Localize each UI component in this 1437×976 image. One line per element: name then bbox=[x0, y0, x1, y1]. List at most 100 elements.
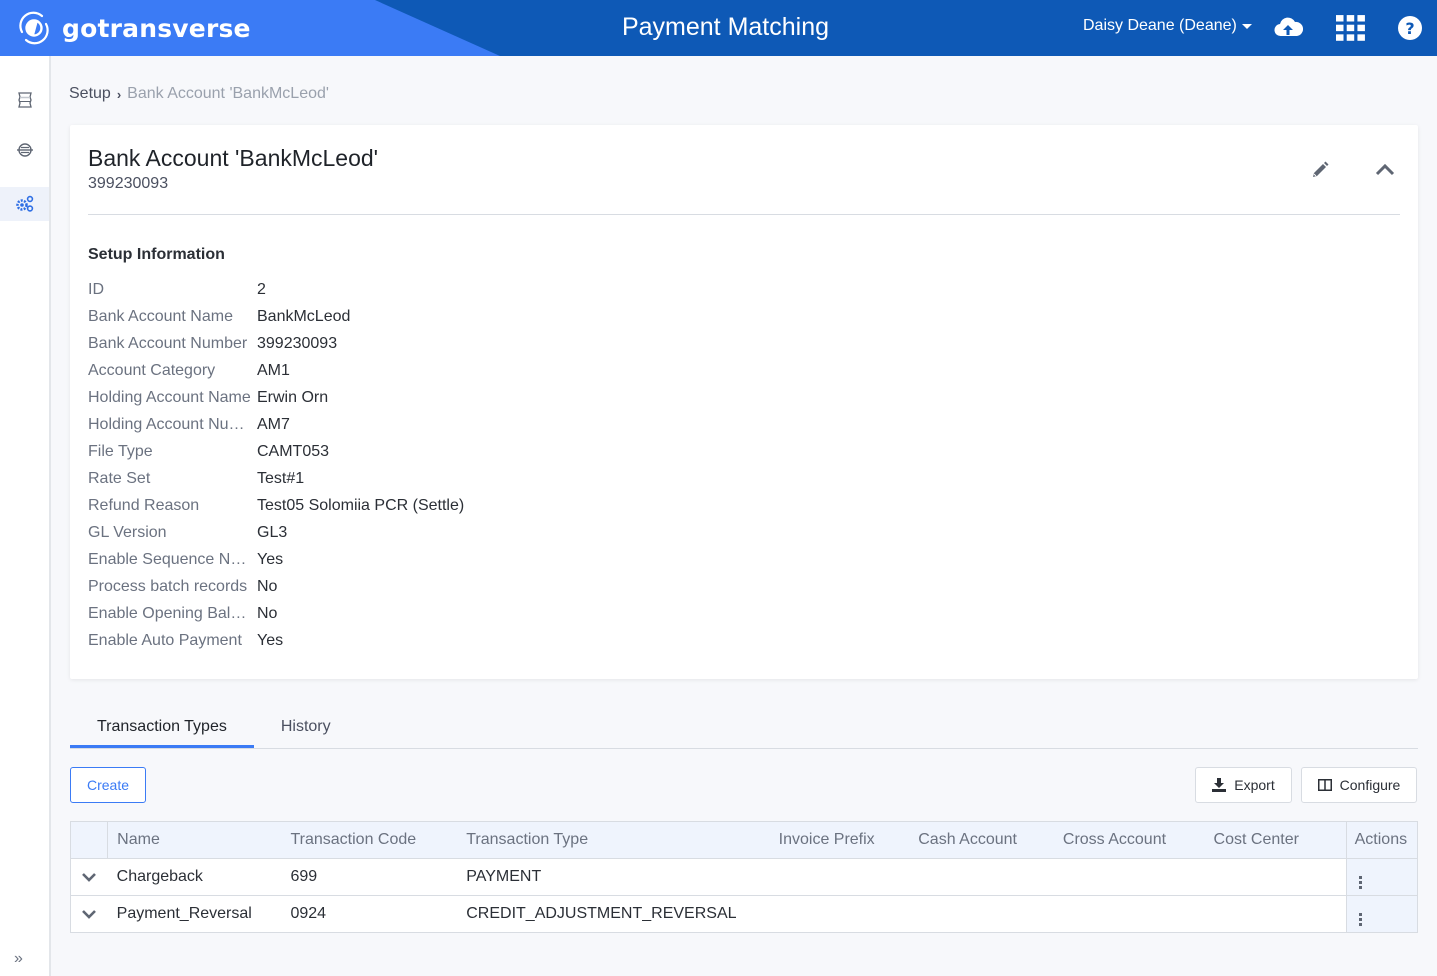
field-label: Enable Auto Payment bbox=[88, 631, 242, 649]
info-row-bank-account-name: Bank Account Name BankMcLeod bbox=[88, 303, 464, 330]
field-label: Process batch records bbox=[88, 577, 248, 595]
column-header-actions: Actions bbox=[1345, 821, 1418, 859]
expand-row-button[interactable] bbox=[70, 858, 108, 896]
cell-cost-center bbox=[1213, 858, 1347, 896]
create-button[interactable]: Create bbox=[70, 767, 146, 803]
help-icon[interactable]: ? bbox=[1395, 14, 1425, 42]
field-value: Yes bbox=[257, 550, 284, 568]
cell-name: Payment_Reversal bbox=[107, 895, 291, 933]
export-button[interactable]: Export bbox=[1195, 767, 1292, 803]
field-label: File Type bbox=[88, 442, 153, 460]
configure-button[interactable]: Configure bbox=[1301, 767, 1417, 803]
cell-cash-account bbox=[918, 858, 1063, 896]
field-value: 399230093 bbox=[257, 334, 338, 352]
user-name: Daisy Deane (Deane) bbox=[1083, 17, 1237, 34]
cell-transaction-type: CREDIT_ADJUSTMENT_REVERSAL bbox=[466, 895, 779, 933]
configure-label: Configure bbox=[1339, 777, 1401, 793]
breadcrumb-setup[interactable]: Setup bbox=[69, 85, 111, 103]
breadcrumb-current: Bank Account 'BankMcLeod' bbox=[127, 85, 329, 102]
field-label: Bank Account Number bbox=[88, 334, 248, 352]
kebab-menu-icon bbox=[1358, 875, 1362, 889]
chevron-up-icon[interactable] bbox=[1375, 162, 1395, 178]
info-row-bank-account-number: Bank Account Number 399230093 bbox=[88, 330, 464, 357]
chevron-down-icon bbox=[82, 872, 97, 882]
cell-cross-account bbox=[1062, 858, 1214, 896]
transaction-types-table: Name Transaction Code Transaction Type I… bbox=[70, 821, 1418, 933]
info-row-rate-set: Rate Set Test#1 bbox=[88, 465, 464, 492]
field-value: Test05 Solomiia PCR (Settle) bbox=[257, 496, 465, 514]
sidebar-item-setup[interactable] bbox=[0, 187, 49, 221]
app-header: gotransverse Payment Matching Daisy Dean… bbox=[0, 0, 1437, 56]
field-label: Enable Opening Balance bbox=[88, 604, 257, 622]
info-row-account-category: Account Category AM1 bbox=[88, 357, 464, 384]
row-actions-button[interactable] bbox=[1345, 895, 1418, 933]
cell-cost-center bbox=[1213, 895, 1347, 933]
cell-transaction-code: 699 bbox=[290, 858, 467, 896]
page-title: Bank Account 'BankMcLeod' bbox=[88, 145, 379, 171]
user-menu[interactable]: Daisy Deane (Deane) bbox=[1083, 17, 1252, 35]
column-header-name[interactable]: Name bbox=[108, 822, 291, 859]
sidebar-item-orbit[interactable] bbox=[0, 133, 49, 167]
breadcrumb: Setup › Bank Account 'BankMcLeod' bbox=[69, 85, 329, 103]
columns-icon bbox=[1317, 779, 1332, 791]
column-header-cost-center[interactable]: Cost Center bbox=[1214, 822, 1347, 859]
orbit-icon bbox=[16, 143, 33, 157]
field-label: ID bbox=[88, 280, 104, 298]
setup-info-list: ID 2 Bank Account Name BankMcLeod Bank Acc… bbox=[88, 276, 464, 654]
info-row-holding-account-number: Holding Account Number AM7 bbox=[88, 411, 464, 438]
info-row-enable-opening-balance: Enable Opening Balance No bbox=[88, 600, 464, 627]
apps-grid-icon[interactable] bbox=[1336, 15, 1366, 43]
edit-pencil-icon[interactable] bbox=[1310, 160, 1330, 180]
column-header-transaction-type[interactable]: Transaction Type bbox=[466, 822, 778, 859]
info-row-gl-version: GL Version GL3 bbox=[88, 519, 464, 546]
info-row-refund-reason: Refund Reason Test05 Solomiia PCR (Settle… bbox=[88, 492, 464, 519]
row-actions-button[interactable] bbox=[1345, 858, 1418, 896]
kebab-menu-icon bbox=[1358, 912, 1362, 926]
field-value: CAMT053 bbox=[257, 442, 330, 460]
column-header-invoice-prefix[interactable]: Invoice Prefix bbox=[779, 822, 919, 859]
section-title: Setup Information bbox=[88, 246, 225, 263]
cell-cash-account bbox=[918, 895, 1063, 933]
info-row-id: ID 2 bbox=[88, 276, 464, 303]
column-header-cash-account[interactable]: Cash Account bbox=[918, 822, 1063, 859]
tab-transaction-types[interactable]: Transaction Types bbox=[70, 705, 254, 748]
sidebar-expand-button[interactable]: » bbox=[14, 950, 23, 968]
cell-invoice-prefix bbox=[778, 895, 919, 933]
cell-transaction-type: PAYMENT bbox=[466, 858, 779, 896]
svg-text:?: ? bbox=[1405, 19, 1414, 38]
export-label: Export bbox=[1234, 777, 1275, 793]
download-icon bbox=[1212, 778, 1227, 792]
cell-invoice-prefix bbox=[778, 858, 919, 896]
field-label: Holding Account Name bbox=[88, 388, 251, 406]
table-row: Chargeback 699 PAYMENT bbox=[70, 858, 1418, 896]
field-value: 2 bbox=[257, 280, 266, 298]
cell-transaction-code: 0924 bbox=[290, 895, 467, 933]
field-value: BankMcLeod bbox=[257, 307, 351, 325]
tab-history[interactable]: History bbox=[254, 705, 358, 748]
info-row-file-type: File Type CAMT053 bbox=[88, 438, 464, 465]
info-row-enable-sequence-number: Enable Sequence Number Yes bbox=[88, 546, 464, 573]
field-label: Holding Account Number bbox=[88, 415, 257, 433]
field-value: Yes bbox=[257, 631, 284, 649]
field-label: Account Category bbox=[88, 361, 216, 379]
table-header-row: Name Transaction Code Transaction Type I… bbox=[70, 821, 1418, 859]
account-number-subtitle: 399230093 bbox=[88, 175, 169, 192]
tab-bar: Transaction Types History bbox=[70, 706, 1418, 749]
field-label: GL Version bbox=[88, 523, 167, 541]
field-value: Test#1 bbox=[257, 469, 305, 487]
field-label: Refund Reason bbox=[88, 496, 200, 514]
field-value: Erwin Orn bbox=[257, 388, 329, 406]
field-value: GL3 bbox=[257, 523, 288, 541]
upload-cloud-icon[interactable] bbox=[1273, 14, 1303, 42]
bank-account-card: Bank Account 'BankMcLeod' 399230093 Setu… bbox=[70, 125, 1418, 679]
cell-name: Chargeback bbox=[107, 858, 291, 896]
table-row: Payment_Reversal 0924 CREDIT_ADJUSTMENT_… bbox=[70, 895, 1418, 933]
column-header-cross-account[interactable]: Cross Account bbox=[1063, 822, 1214, 859]
expand-row-button[interactable] bbox=[70, 895, 108, 933]
column-header-transaction-code[interactable]: Transaction Code bbox=[290, 822, 466, 859]
field-label: Rate Set bbox=[88, 469, 151, 487]
cell-cross-account bbox=[1062, 895, 1214, 933]
ledger-icon bbox=[17, 92, 32, 108]
sidebar-item-ledger[interactable] bbox=[0, 83, 49, 117]
sidebar: » bbox=[0, 56, 51, 976]
